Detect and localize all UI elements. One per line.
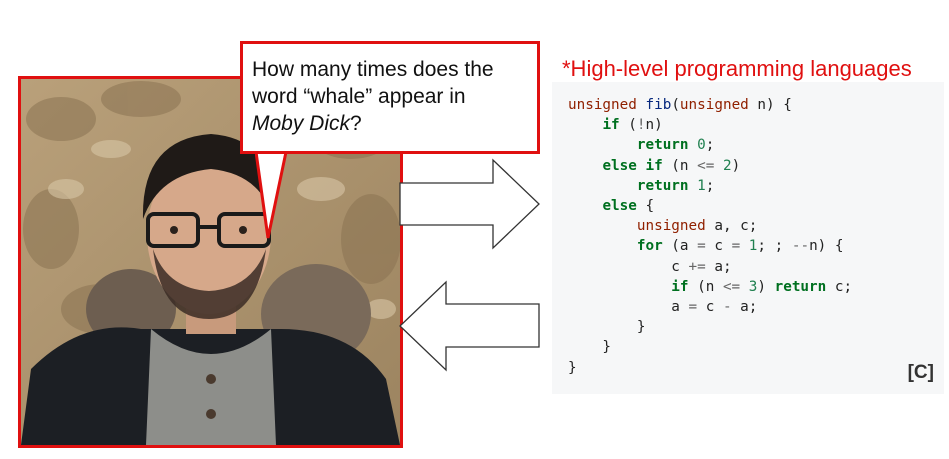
question-mark: ? xyxy=(350,112,362,135)
fibonacci-code: unsigned fib(unsigned n) { if (!n) retur… xyxy=(568,95,852,378)
language-tag: [C] xyxy=(907,362,934,383)
code-line: return 1; xyxy=(636,177,715,194)
code-line: } xyxy=(568,359,577,376)
left-arrow-icon xyxy=(399,280,540,372)
code-line: else { xyxy=(602,198,655,215)
question-line-2: word “whale” appear in xyxy=(252,85,466,108)
question-line-1: How many times does the xyxy=(252,58,494,81)
code-line: unsigned a, c; xyxy=(636,218,758,235)
code-line: } xyxy=(568,319,646,336)
code-line: if (n <= 3) return c; xyxy=(671,278,853,295)
code-line: c += a; xyxy=(568,258,732,275)
code-line: return 0; xyxy=(636,137,715,154)
code-line: unsigned fib(unsigned n) { xyxy=(568,97,792,113)
code-line: for (a = c = 1; ; --n) { xyxy=(636,238,844,255)
code-line: else if (n <= 2) xyxy=(602,157,741,174)
code-line: } xyxy=(568,339,612,356)
speech-bubble-tail xyxy=(255,150,288,239)
right-arrow-icon xyxy=(399,158,540,250)
code-line: a = c - a; xyxy=(568,299,758,316)
question-book-title: Moby Dick xyxy=(252,112,351,135)
high-level-languages-heading: *High-level programming languages xyxy=(562,56,912,81)
code-line: if (!n) xyxy=(602,117,663,134)
code-snippet-box: unsigned fib(unsigned n) { if (!n) retur… xyxy=(552,82,944,394)
speech-bubble: How many times does the word “whale” app… xyxy=(240,41,540,154)
